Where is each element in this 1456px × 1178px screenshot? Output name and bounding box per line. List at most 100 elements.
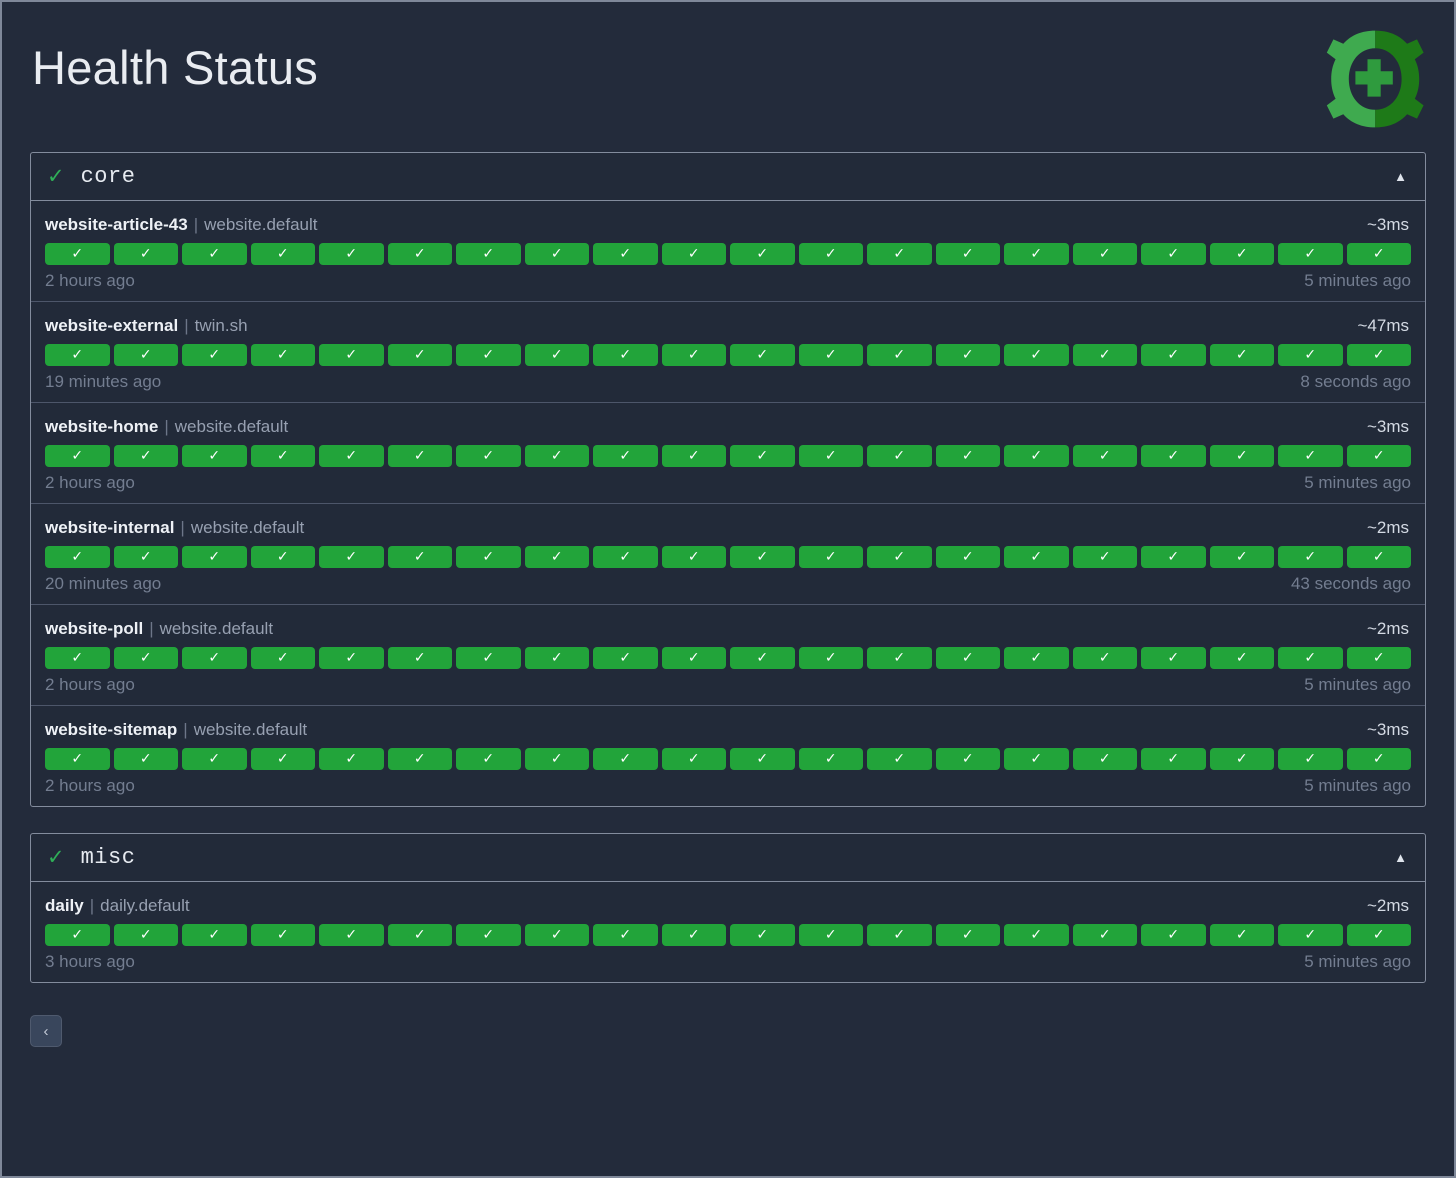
status-bar-segment[interactable]: ✓ xyxy=(182,924,247,946)
status-bar-segment[interactable]: ✓ xyxy=(388,924,453,946)
status-bar-segment[interactable]: ✓ xyxy=(1347,344,1412,366)
status-bar-segment[interactable]: ✓ xyxy=(1073,243,1138,265)
status-bar-segment[interactable]: ✓ xyxy=(1210,924,1275,946)
status-bar-segment[interactable]: ✓ xyxy=(45,924,110,946)
status-bar-segment[interactable]: ✓ xyxy=(936,924,1001,946)
status-bar-segment[interactable]: ✓ xyxy=(114,344,179,366)
status-bar-segment[interactable]: ✓ xyxy=(730,344,795,366)
status-bar-segment[interactable]: ✓ xyxy=(45,647,110,669)
status-bar-segment[interactable]: ✓ xyxy=(456,243,521,265)
status-bar-segment[interactable]: ✓ xyxy=(1073,748,1138,770)
status-bar-segment[interactable]: ✓ xyxy=(867,647,932,669)
status-bar-segment[interactable]: ✓ xyxy=(730,647,795,669)
status-bar-segment[interactable]: ✓ xyxy=(1210,647,1275,669)
status-bar-segment[interactable]: ✓ xyxy=(1141,344,1206,366)
status-bar-segment[interactable]: ✓ xyxy=(867,445,932,467)
status-bar-segment[interactable]: ✓ xyxy=(319,647,384,669)
status-bar-segment[interactable]: ✓ xyxy=(662,445,727,467)
status-bar-segment[interactable]: ✓ xyxy=(1278,546,1343,568)
status-bar-segment[interactable]: ✓ xyxy=(388,647,453,669)
status-bar-segment[interactable]: ✓ xyxy=(114,445,179,467)
status-bar-segment[interactable]: ✓ xyxy=(867,748,932,770)
status-bar-segment[interactable]: ✓ xyxy=(593,243,658,265)
status-bar-segment[interactable]: ✓ xyxy=(1210,344,1275,366)
status-bar-segment[interactable]: ✓ xyxy=(1141,243,1206,265)
status-bar-segment[interactable]: ✓ xyxy=(525,647,590,669)
service-name[interactable]: website-external xyxy=(45,316,178,336)
status-bar-segment[interactable]: ✓ xyxy=(251,647,316,669)
group-header-misc[interactable]: ✓misc▲ xyxy=(31,834,1425,882)
status-bar-segment[interactable]: ✓ xyxy=(593,924,658,946)
status-bar-segment[interactable]: ✓ xyxy=(799,647,864,669)
status-bar-segment[interactable]: ✓ xyxy=(114,924,179,946)
status-bar-segment[interactable]: ✓ xyxy=(1347,445,1412,467)
status-bar-segment[interactable]: ✓ xyxy=(1004,748,1069,770)
status-bar-segment[interactable]: ✓ xyxy=(1004,344,1069,366)
status-bar-segment[interactable]: ✓ xyxy=(388,546,453,568)
status-bar-segment[interactable]: ✓ xyxy=(456,647,521,669)
status-bar-segment[interactable]: ✓ xyxy=(662,344,727,366)
status-bar-segment[interactable]: ✓ xyxy=(799,344,864,366)
status-bar-segment[interactable]: ✓ xyxy=(1347,243,1412,265)
status-bar-segment[interactable]: ✓ xyxy=(867,924,932,946)
status-bar-segment[interactable]: ✓ xyxy=(936,243,1001,265)
status-bar-segment[interactable]: ✓ xyxy=(319,344,384,366)
status-bar-segment[interactable]: ✓ xyxy=(1073,647,1138,669)
service-name[interactable]: website-poll xyxy=(45,619,143,639)
status-bar-segment[interactable]: ✓ xyxy=(1210,243,1275,265)
status-bar-segment[interactable]: ✓ xyxy=(730,748,795,770)
status-bar-segment[interactable]: ✓ xyxy=(1210,445,1275,467)
status-bar-segment[interactable]: ✓ xyxy=(662,748,727,770)
status-bar-segment[interactable]: ✓ xyxy=(251,344,316,366)
status-bar-segment[interactable]: ✓ xyxy=(1141,924,1206,946)
status-bar-segment[interactable]: ✓ xyxy=(1278,445,1343,467)
status-bar-segment[interactable]: ✓ xyxy=(1073,924,1138,946)
status-bar-segment[interactable]: ✓ xyxy=(114,546,179,568)
status-bar-segment[interactable]: ✓ xyxy=(1073,546,1138,568)
status-bar-segment[interactable]: ✓ xyxy=(1004,924,1069,946)
status-bar-segment[interactable]: ✓ xyxy=(593,344,658,366)
status-bar-segment[interactable]: ✓ xyxy=(525,243,590,265)
status-bar-segment[interactable]: ✓ xyxy=(114,243,179,265)
status-bar-segment[interactable]: ✓ xyxy=(525,546,590,568)
status-bar-segment[interactable]: ✓ xyxy=(45,344,110,366)
status-bar-segment[interactable]: ✓ xyxy=(662,546,727,568)
status-bar-segment[interactable]: ✓ xyxy=(936,344,1001,366)
status-bar-segment[interactable]: ✓ xyxy=(456,924,521,946)
status-bar-segment[interactable]: ✓ xyxy=(867,243,932,265)
status-bar-segment[interactable]: ✓ xyxy=(799,748,864,770)
status-bar-segment[interactable]: ✓ xyxy=(1141,546,1206,568)
status-bar-segment[interactable]: ✓ xyxy=(251,546,316,568)
status-bar-segment[interactable]: ✓ xyxy=(525,445,590,467)
status-bar-segment[interactable]: ✓ xyxy=(799,243,864,265)
service-name[interactable]: daily xyxy=(45,896,84,916)
service-name[interactable]: website-home xyxy=(45,417,158,437)
status-bar-segment[interactable]: ✓ xyxy=(1278,647,1343,669)
status-bar-segment[interactable]: ✓ xyxy=(388,344,453,366)
status-bar-segment[interactable]: ✓ xyxy=(251,748,316,770)
status-bar-segment[interactable]: ✓ xyxy=(1004,546,1069,568)
status-bar-segment[interactable]: ✓ xyxy=(319,546,384,568)
status-bar-segment[interactable]: ✓ xyxy=(1004,445,1069,467)
status-bar-segment[interactable]: ✓ xyxy=(45,546,110,568)
status-bar-segment[interactable]: ✓ xyxy=(319,445,384,467)
status-bar-segment[interactable]: ✓ xyxy=(182,445,247,467)
status-bar-segment[interactable]: ✓ xyxy=(936,647,1001,669)
status-bar-segment[interactable]: ✓ xyxy=(456,445,521,467)
status-bar-segment[interactable]: ✓ xyxy=(799,546,864,568)
status-bar-segment[interactable]: ✓ xyxy=(662,647,727,669)
status-bar-segment[interactable]: ✓ xyxy=(936,546,1001,568)
status-bar-segment[interactable]: ✓ xyxy=(1210,748,1275,770)
status-bar-segment[interactable]: ✓ xyxy=(1210,546,1275,568)
status-bar-segment[interactable]: ✓ xyxy=(319,748,384,770)
status-bar-segment[interactable]: ✓ xyxy=(593,546,658,568)
status-bar-segment[interactable]: ✓ xyxy=(1141,445,1206,467)
status-bar-segment[interactable]: ✓ xyxy=(1278,924,1343,946)
status-bar-segment[interactable]: ✓ xyxy=(182,546,247,568)
status-bar-segment[interactable]: ✓ xyxy=(45,445,110,467)
status-bar-segment[interactable]: ✓ xyxy=(114,748,179,770)
service-name[interactable]: website-sitemap xyxy=(45,720,177,740)
status-bar-segment[interactable]: ✓ xyxy=(1004,243,1069,265)
status-bar-segment[interactable]: ✓ xyxy=(456,546,521,568)
status-bar-segment[interactable]: ✓ xyxy=(730,924,795,946)
